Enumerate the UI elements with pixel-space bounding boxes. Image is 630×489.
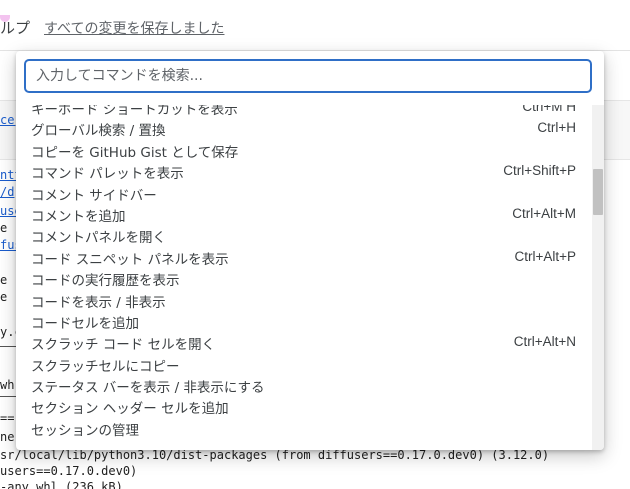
command-label: コードの実行履歴を表示: [31, 273, 180, 290]
command-label: コピーを GitHub Gist として保存: [31, 144, 239, 161]
bg-fragment: /d: [0, 185, 15, 199]
bg-fragment: e: [0, 290, 8, 304]
command-label: コマンド パレットを表示: [31, 166, 184, 183]
command-shortcut: Ctrl+Alt+P: [514, 248, 576, 264]
command-label: コメントパネルを開く: [31, 230, 166, 247]
command-item[interactable]: コメントを追加 Ctrl+Alt+M: [16, 204, 604, 225]
command-label: キーボード ショートカットを表示: [31, 105, 238, 118]
output-line: users==0.17.0.dev0): [0, 464, 138, 478]
command-item[interactable]: グローバル検索 / 置換 Ctrl+H: [16, 118, 604, 139]
command-item[interactable]: コメントパネルを開く: [16, 225, 604, 246]
command-item[interactable]: コードを表示 / 非表示: [16, 290, 604, 311]
command-item[interactable]: コードセルを追加: [16, 311, 604, 332]
command-item[interactable]: コードの実行履歴を表示: [16, 268, 604, 289]
command-shortcut: Ctrl+H: [537, 120, 576, 136]
command-item[interactable]: コピーを GitHub Gist として保存: [16, 140, 604, 161]
command-label: コードを表示 / 非表示: [31, 294, 166, 311]
command-shortcut: Ctrl+Alt+N: [513, 334, 576, 350]
bg-fragment: wh: [0, 378, 15, 392]
command-item[interactable]: コメント サイドバー: [16, 183, 604, 204]
command-shortcut: Ctrl+Alt+M: [512, 205, 576, 221]
command-item[interactable]: ステータス バーを表示 / 非表示にする: [16, 375, 604, 396]
command-label: スクラッチセルにコピー: [31, 358, 180, 375]
command-label: コード スニペット パネルを表示: [31, 251, 229, 268]
command-palette: キーボード ショートカットを表示 Ctrl+M H グローバル検索 / 置換 Ctrl…: [16, 51, 604, 450]
scrollbar-thumb[interactable]: [593, 169, 603, 215]
command-label: スクラッチ コード セルを開く: [31, 337, 216, 354]
command-shortcut: Ctrl+Shift+P: [503, 163, 576, 179]
output-line: -any.whl (236 kB): [0, 480, 123, 489]
command-item[interactable]: キーボード ショートカットを表示 Ctrl+M H: [16, 105, 604, 118]
menu-help[interactable]: ルプ: [0, 17, 30, 38]
command-item[interactable]: セクション ヘッダー セルを追加: [16, 396, 604, 417]
app-window: ルプ すべての変更を保存しました ce, ntt /d use e - fus …: [0, 0, 630, 489]
command-label: セッションの管理: [31, 422, 139, 439]
command-label: コメント サイドバー: [31, 187, 157, 204]
command-item[interactable]: セッションの管理: [16, 418, 604, 439]
command-label: コメントを追加: [31, 208, 126, 225]
save-status-link[interactable]: すべての変更を保存しました: [44, 18, 224, 38]
command-item[interactable]: スクラッチ コード セルを開く Ctrl+Alt+N: [16, 332, 604, 353]
output-line: sr/local/lib/python3.10/dist-packages (f…: [0, 448, 550, 462]
command-label: コードセルを追加: [31, 315, 139, 332]
command-item[interactable]: コード スニペット パネルを表示 Ctrl+Alt+P: [16, 247, 604, 268]
command-list-items: キーボード ショートカットを表示 Ctrl+M H グローバル検索 / 置換 Ctrl…: [16, 105, 604, 439]
command-search-input[interactable]: [24, 59, 592, 93]
menubar: ルプ すべての変更を保存しました: [0, 0, 630, 51]
command-item[interactable]: スクラッチセルにコピー: [16, 354, 604, 375]
command-shortcut: Ctrl+M H: [522, 105, 576, 114]
command-item[interactable]: コマンド パレットを表示 Ctrl+Shift+P: [16, 161, 604, 182]
command-label: グローバル検索 / 置換: [31, 123, 166, 140]
command-label: ステータス バーを表示 / 非表示にする: [31, 380, 265, 397]
command-list: キーボード ショートカットを表示 Ctrl+M H グローバル検索 / 置換 Ctrl…: [16, 105, 604, 450]
command-label: セクション ヘッダー セルを追加: [31, 401, 229, 418]
scrollbar[interactable]: [592, 105, 604, 450]
bg-fragment: e: [0, 273, 8, 287]
